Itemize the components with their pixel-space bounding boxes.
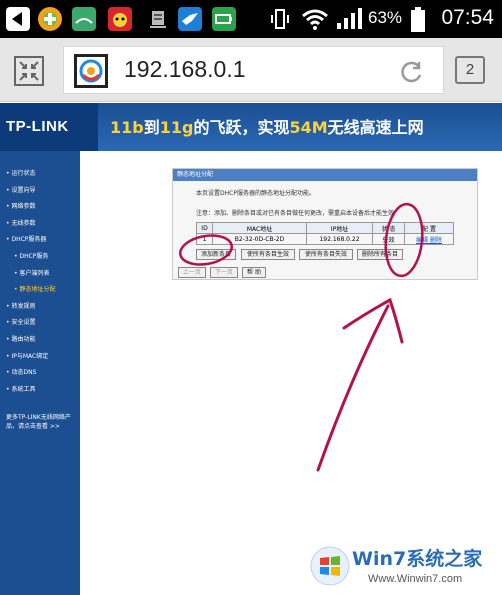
sidebar-item[interactable]: • 路由功能 — [6, 334, 35, 343]
sidebar-item[interactable]: • 运行状态 — [6, 168, 35, 177]
table-header-row: ID MAC地址 IP地址 状 态 配 置 — [196, 222, 454, 234]
sidebar-item[interactable]: • 转发规则 — [6, 301, 35, 310]
router-header: TP-LINK 11b到11g的飞跃，实现54M无线高速上网 — [0, 103, 502, 151]
header-slogan: 11b到11g的飞跃，实现54M无线高速上网 — [110, 114, 424, 138]
slogan-part: 11g — [159, 118, 194, 137]
column-header: IP地址 — [306, 222, 373, 234]
cell-ip: 192.168.0.22 — [306, 233, 373, 245]
sidebar-item[interactable]: • DHCP服务器 — [6, 234, 46, 243]
cell-id: 1 — [196, 233, 213, 245]
more-products-link[interactable]: 更多TP-LINK无线网络产品，请点击查看 >> — [6, 413, 80, 431]
panel-note: 注意：添加、删除条目或对已有条目做任何更改，需重启本设备后才能生效 — [196, 210, 395, 217]
add-entry-button[interactable]: 添加新条目 — [196, 249, 236, 260]
sidebar-item[interactable]: • 安全设置 — [6, 317, 35, 326]
fullscreen-exit-icon[interactable] — [14, 56, 44, 86]
battery-icon — [410, 7, 434, 32]
watermark-name: Win7系统之家 — [352, 548, 483, 570]
next-page-button[interactable]: 下一页 — [210, 267, 238, 278]
bird-icon — [178, 7, 202, 31]
game-icon — [38, 7, 62, 31]
delete-all-button[interactable]: 删除所有条目 — [357, 249, 403, 260]
sidebar-item[interactable]: • 设置向导 — [6, 185, 35, 194]
reading-icon — [72, 7, 96, 31]
slogan-part: 11b — [110, 118, 144, 137]
sidebar-nav: • 运行状态 • 设置向导 • 网络参数 • 无线参数 • DHCP服务器 • DHCP服… — [0, 151, 80, 595]
column-header: ID — [196, 222, 213, 234]
cell-config: 编辑 删除 — [404, 233, 454, 245]
windows-logo-icon — [310, 546, 350, 586]
signal-icon — [336, 7, 362, 31]
wifi-icon — [302, 7, 328, 31]
slogan-part: 无线高速上网 — [327, 118, 424, 137]
browser-logo-icon — [74, 54, 108, 88]
static-address-table: ID MAC地址 IP地址 状 态 配 置 1 B2-32-0D-CB-2D 1… — [196, 222, 454, 245]
server-icon — [146, 7, 170, 31]
prev-page-button[interactable]: 上一页 — [178, 267, 206, 278]
sidebar-item[interactable]: • 网络参数 — [6, 201, 35, 210]
slogan-part: 的飞跃，实现 — [193, 118, 290, 137]
help-button[interactable]: 帮 助 — [242, 267, 266, 278]
back-icon — [6, 7, 30, 31]
slogan-part: 到 — [143, 118, 160, 137]
sidebar-item[interactable]: • 无线参数 — [6, 218, 35, 227]
panel-title: 静态地址分配 — [173, 169, 477, 181]
sidebar-item[interactable]: • 动态DNS — [6, 367, 36, 376]
status-bar: 63% 07:54 — [0, 0, 502, 38]
slogan-part: 54M — [289, 118, 328, 137]
sidebar-item[interactable]: • DHCP服务 — [14, 251, 48, 260]
site-watermark: Win7系统之家 Www.Winwin7.com — [304, 540, 502, 595]
vibrate-icon — [268, 7, 292, 31]
enable-all-button[interactable]: 使所有条目生效 — [241, 249, 295, 260]
cell-status: 失效 — [372, 233, 405, 245]
tab-count-button[interactable]: 2 — [455, 56, 485, 84]
edit-delete-link[interactable]: 编辑 删除 — [416, 237, 442, 244]
tplink-logo: TP-LINK — [0, 103, 98, 151]
browser-toolbar: 192.168.0.1 2 — [0, 38, 502, 102]
battery-percent: 63% — [368, 8, 403, 27]
table-row: 1 B2-32-0D-CB-2D 192.168.0.22 失效 编辑 删除 — [196, 233, 454, 245]
sidebar-item[interactable]: • 系统工具 — [6, 384, 35, 393]
watermark-url: Www.Winwin7.com — [368, 573, 463, 585]
sidebar-item[interactable]: • 静态地址分配 — [14, 284, 55, 293]
disable-all-button[interactable]: 使所有条目失效 — [299, 249, 353, 260]
battery-app-icon — [212, 7, 236, 31]
column-header: MAC地址 — [212, 222, 307, 234]
sidebar-item[interactable]: • IP与MAC绑定 — [6, 351, 48, 360]
column-header: 状 态 — [372, 222, 405, 234]
clock-time: 07:54 — [441, 6, 494, 29]
cell-mac: B2-32-0D-CB-2D — [212, 233, 307, 245]
address-bar[interactable]: 192.168.0.1 — [63, 46, 444, 94]
column-header: 配 置 — [404, 222, 454, 234]
cat-icon — [108, 7, 132, 31]
refresh-icon[interactable] — [399, 59, 425, 85]
url-text[interactable]: 192.168.0.1 — [124, 56, 246, 83]
sidebar-item[interactable]: • 客户端列表 — [14, 268, 49, 277]
panel-description: 本页设置DHCP服务器的静态地址分配功能。 — [196, 190, 315, 197]
